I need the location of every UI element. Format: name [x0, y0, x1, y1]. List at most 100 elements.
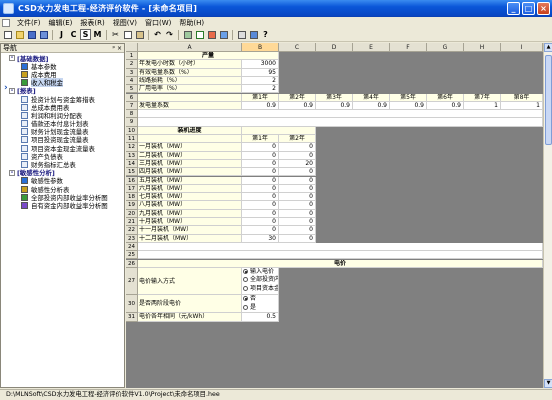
two-part-option[interactable]: 否 — [243, 295, 277, 304]
price-value[interactable]: 0.5 — [242, 313, 279, 322]
row-header[interactable]: 8 — [126, 110, 138, 119]
price-mode-option[interactable]: 项目资本金内 — [243, 285, 278, 294]
column-header[interactable]: F — [390, 43, 427, 52]
month-label[interactable]: 四月装机（MW） — [138, 168, 242, 177]
report-icon[interactable] — [218, 29, 229, 40]
price-label[interactable]: 电价各年相同（元/kWh） — [138, 313, 242, 322]
tree-item[interactable]: 自有资金内部收益率分析图 — [1, 201, 124, 210]
capacity-value[interactable]: 20 — [279, 159, 316, 169]
column-header[interactable]: E — [353, 43, 390, 52]
generation-coefficient-value[interactable]: 0.9 — [279, 101, 316, 111]
parameter-label[interactable]: 厂用电率（%） — [138, 85, 242, 94]
capacity-value[interactable]: 0 — [279, 226, 316, 235]
month-label[interactable]: 十月装机（MW） — [138, 218, 242, 227]
capacity-value[interactable]: 0 — [279, 234, 316, 243]
capacity-value[interactable]: 0 — [279, 218, 316, 227]
year-header[interactable]: 第6年 — [427, 93, 464, 102]
row-header[interactable]: 3 — [126, 68, 138, 77]
capacity-value[interactable]: 0 — [242, 151, 279, 160]
month-label[interactable]: 五月装机（MW） — [138, 176, 242, 185]
parameter-label[interactable]: 年发电小时数（小时） — [138, 60, 242, 69]
capacity-value[interactable]: 0 — [242, 193, 279, 202]
export-icon[interactable] — [248, 29, 259, 40]
redo-icon[interactable]: ↷ — [164, 29, 175, 40]
document-icon[interactable] — [2, 18, 10, 27]
open-folder-icon[interactable] — [14, 29, 25, 40]
row-header[interactable]: 11 — [126, 135, 138, 144]
year-header[interactable]: 第2年 — [279, 135, 316, 144]
column-header[interactable]: C — [279, 43, 316, 52]
row-header[interactable]: 2 — [126, 60, 138, 69]
two-part-option[interactable]: 是 — [243, 304, 277, 313]
generation-coefficient-value[interactable]: 0.9 — [242, 101, 279, 111]
column-header[interactable]: B — [242, 43, 279, 52]
s-button[interactable]: S — [80, 29, 91, 40]
save-icon[interactable] — [26, 29, 37, 40]
radio-button[interactable] — [243, 285, 248, 291]
month-label[interactable]: 三月装机（MW） — [138, 159, 242, 169]
month-label[interactable]: 十一月装机（MW） — [138, 226, 242, 235]
menu-report[interactable]: 报表(R) — [76, 18, 108, 28]
blank-cell[interactable] — [138, 110, 543, 119]
row-header[interactable]: 9 — [126, 118, 138, 127]
blank-cell[interactable] — [138, 242, 543, 252]
radio-button[interactable] — [243, 277, 248, 283]
menu-view[interactable]: 视图(V) — [109, 18, 141, 28]
row-header[interactable]: 24 — [126, 242, 138, 252]
column-header[interactable]: D — [316, 43, 353, 52]
save-as-icon[interactable] — [38, 29, 49, 40]
m-button[interactable]: M — [92, 29, 103, 40]
capacity-value[interactable]: 0 — [242, 226, 279, 235]
chart-icon[interactable] — [206, 29, 217, 40]
parameter-label[interactable]: 有效电量系数（%） — [138, 68, 242, 77]
menu-window[interactable]: 窗口(W) — [141, 18, 175, 28]
radio-button[interactable] — [243, 296, 248, 302]
parameter-label[interactable]: 线路损耗（%） — [138, 76, 242, 86]
capacity-value[interactable]: 0 — [279, 193, 316, 202]
menu-file[interactable]: 文件(F) — [13, 18, 45, 28]
parameter-value[interactable]: 2 — [242, 85, 279, 94]
row-header[interactable]: 19 — [126, 201, 138, 210]
maximize-button[interactable]: □ — [522, 2, 535, 15]
year-header[interactable]: 第4年 — [353, 93, 390, 102]
year-header[interactable]: 第8年 — [501, 93, 543, 102]
year-header[interactable]: 第1年 — [242, 135, 279, 144]
select-all-corner[interactable] — [126, 43, 138, 52]
help-icon[interactable]: ? — [260, 29, 271, 40]
year-header[interactable]: 第5年 — [390, 93, 427, 102]
row-header[interactable]: 13 — [126, 151, 138, 160]
month-label[interactable]: 九月装机（MW） — [138, 209, 242, 218]
price-mode-option[interactable]: 全部投资内部 — [243, 276, 278, 285]
section-title-installation[interactable]: 装机进度 — [138, 126, 242, 135]
month-label[interactable]: 一月装机（MW） — [138, 143, 242, 152]
row-header[interactable]: 6 — [126, 93, 138, 102]
row-header[interactable]: 27 — [126, 267, 138, 296]
tree-group[interactable]: - [基础数据] — [1, 54, 124, 63]
row-header[interactable]: 1 — [126, 52, 138, 61]
c-button[interactable]: C — [68, 29, 79, 40]
row-header[interactable]: 14 — [126, 159, 138, 169]
undo-icon[interactable]: ↶ — [152, 29, 163, 40]
year-header[interactable]: 第1年 — [242, 93, 279, 102]
close-button[interactable]: × — [537, 2, 550, 15]
row-header[interactable]: 18 — [126, 193, 138, 202]
row-header[interactable]: 30 — [126, 295, 138, 314]
price-mode-label[interactable]: 电价输入方式 — [138, 267, 242, 296]
blank-cell[interactable] — [138, 118, 543, 127]
print-icon[interactable] — [236, 29, 247, 40]
blank-cell[interactable] — [138, 135, 242, 144]
column-header[interactable]: I — [501, 43, 543, 52]
collapse-icon[interactable]: - — [9, 55, 15, 62]
generation-coefficient-value[interactable]: 0.9 — [427, 101, 464, 111]
capacity-value[interactable]: 0 — [242, 143, 279, 152]
row-header[interactable]: 25 — [126, 251, 138, 260]
j-button[interactable]: J — [56, 29, 67, 40]
row-header[interactable]: 31 — [126, 313, 138, 322]
parameter-value[interactable]: 3000 — [242, 60, 279, 69]
year-header[interactable]: 第2年 — [279, 93, 316, 102]
tree-item[interactable]: 基本参数 — [1, 62, 124, 71]
radio-button[interactable] — [243, 304, 248, 310]
capacity-value[interactable]: 0 — [279, 151, 316, 160]
blank-cell[interactable] — [138, 93, 242, 102]
generation-coefficient-label[interactable]: 发电量系数 — [138, 101, 242, 111]
